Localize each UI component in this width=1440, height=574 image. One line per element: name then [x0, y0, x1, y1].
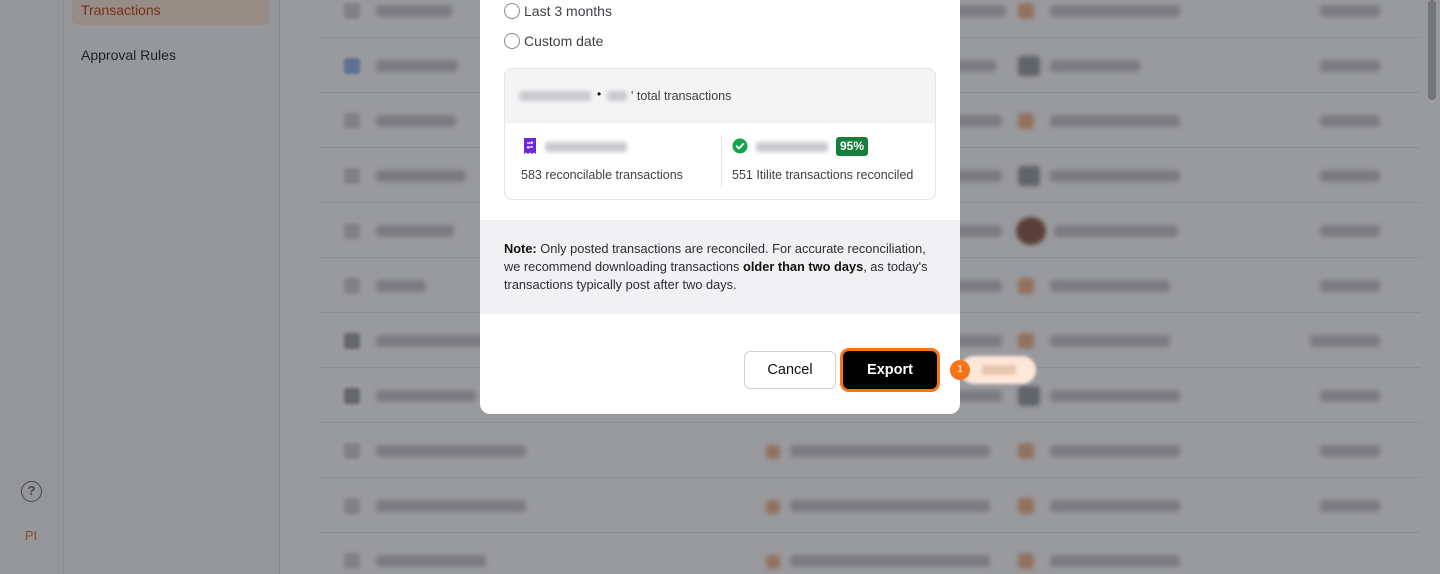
range-option-last-3-months[interactable]: Last 3 months [504, 1, 612, 21]
reconcilable-caption: 583 reconcilable transactions [521, 168, 683, 182]
radio-button[interactable] [504, 3, 520, 19]
redacted-date-range [519, 91, 591, 101]
reconciled-percent-badge: 95% [836, 137, 869, 156]
cancel-button[interactable]: Cancel [744, 351, 836, 389]
redacted-amount [756, 142, 828, 152]
transaction-summary-card: • ' total transactions 583 reconcilable … [504, 68, 936, 200]
reconciled-metric: 95% 551 Itilite transactions reconciled [721, 137, 935, 187]
range-option-custom-date[interactable]: Custom date [504, 31, 603, 51]
reconciliation-note: Note: Only posted transactions are recon… [480, 220, 960, 314]
summary-header: • ' total transactions [505, 69, 935, 123]
radio-button[interactable] [504, 33, 520, 49]
walkthrough-step-marker[interactable]: 1 [950, 360, 970, 380]
range-option-label: Last 3 months [524, 3, 612, 19]
export-button[interactable]: Export [843, 351, 937, 389]
export-dialog: Last 3 months Custom date • ' total tran… [480, 0, 960, 414]
reconciled-caption: 551 Itilite transactions reconciled [732, 168, 914, 182]
walkthrough-tooltip [960, 356, 1036, 384]
check-circle-icon [732, 138, 748, 154]
note-emphasis: older than two days [743, 259, 864, 274]
note-label: Note: [504, 241, 537, 256]
redacted-count [607, 91, 627, 101]
range-option-label: Custom date [524, 33, 604, 49]
redacted-amount [545, 142, 627, 152]
reconcilable-metric: 583 reconcilable transactions [521, 137, 717, 187]
redacted-tooltip-text [982, 365, 1016, 375]
separator-dot: • [597, 87, 602, 101]
receipt-icon [524, 138, 536, 154]
total-transactions-label: ' total transactions [631, 89, 732, 103]
